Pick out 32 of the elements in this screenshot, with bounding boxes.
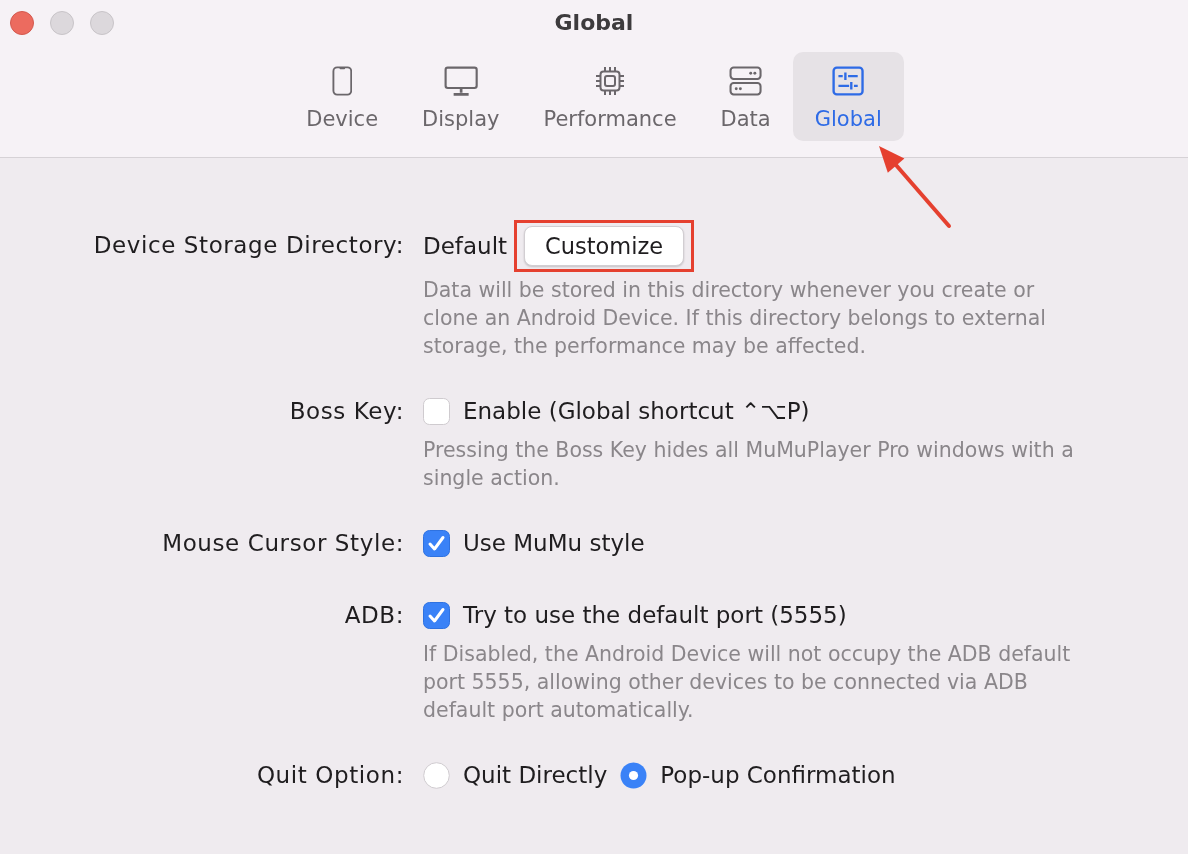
- chip-icon: [595, 66, 626, 96]
- help-text: Pressing the Boss Key hides all MuMuPlayer Pro windows with a single action.: [423, 437, 1075, 492]
- tab[interactable]: Data: [698, 52, 793, 141]
- field-label: Mouse Cursor Style:: [162, 529, 404, 558]
- phone-icon: [331, 66, 353, 96]
- sliders-icon: [832, 66, 865, 96]
- option-label: Quit Directly: [463, 761, 608, 790]
- option-label: Pop-up Confirmation: [660, 761, 896, 790]
- help-text: If Disabled, the Android Device will not occupy the ADB default port 5555, allowing other devices to be connected via ADB default port automatically.: [423, 641, 1072, 724]
- directory-value: Default: [423, 232, 508, 261]
- close-button[interactable]: [10, 11, 34, 35]
- field-label: Boss Key:: [289, 397, 404, 426]
- window-title: Global: [554, 9, 634, 37]
- checkbox[interactable]: [423, 601, 450, 629]
- checkbox[interactable]: [423, 529, 450, 557]
- radio-button[interactable]: [423, 761, 450, 789]
- option-label: Try to use the default port (5555): [463, 601, 847, 630]
- monitor-icon: [443, 66, 478, 96]
- tab[interactable]: Device: [284, 52, 401, 141]
- option-label: Enable (Global shortcut ⌃⌥P): [463, 397, 810, 426]
- tab[interactable]: Performance: [521, 52, 699, 141]
- option-label: Use MuMu style: [463, 529, 645, 558]
- server-icon: [729, 66, 763, 96]
- field-label: ADB:: [344, 601, 404, 630]
- radio-button[interactable]: [620, 761, 648, 789]
- customize-button[interactable]: Customize: [524, 226, 685, 266]
- help-text: Data will be stored in this directory whenever you create or clone an Android Device. If this directory belongs to external storage, the performance may be affected.: [423, 277, 1048, 360]
- tab[interactable]: Global: [792, 52, 904, 141]
- field-label: Device Storage Directory:: [93, 231, 404, 260]
- tab[interactable]: Display: [400, 52, 522, 141]
- checkbox[interactable]: [423, 397, 450, 425]
- field-label: Quit Option:: [256, 761, 404, 790]
